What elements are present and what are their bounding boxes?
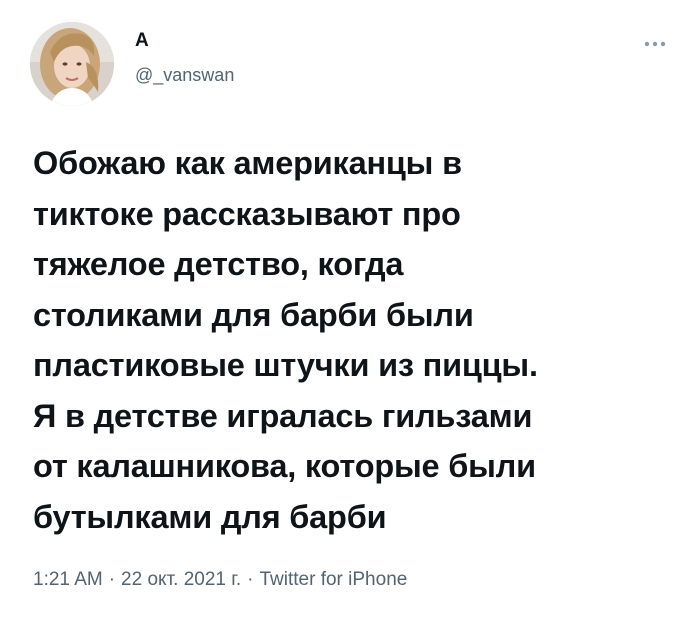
more-options-icon[interactable]: [640, 34, 670, 54]
meta-separator: ·: [247, 569, 254, 590]
tweet-text-line: Обожаю как американцы в: [33, 145, 462, 181]
meta-separator: ·: [108, 569, 116, 590]
avatar[interactable]: [30, 22, 114, 106]
tweet-text-line: бутылками для барби: [33, 498, 387, 535]
author-handle[interactable]: @_vanswan: [135, 64, 234, 86]
tweet-meta: 1:21 AM · 22 окт. 2021 г. · Twitter for iPho…: [33, 568, 407, 592]
avatar-image: [30, 22, 114, 106]
tweet-text-line: от калашникова, которые были: [33, 448, 536, 484]
tweet-text-line: пластиковые штучки из пиццы.: [33, 347, 538, 383]
tweet-text-line: тяжелое детство, когда: [33, 246, 404, 282]
tweet-card: А @_vanswan Обожаю как американцы в тикт…: [0, 0, 700, 617]
tweet-date[interactable]: 22 окт. 2021 г.: [121, 569, 241, 590]
tweet-source[interactable]: Twitter for iPhone: [259, 569, 407, 590]
tweet-header: А @_vanswan: [30, 22, 670, 106]
tweet-text-line: столиками для барби были: [33, 296, 474, 333]
tweet-text-line: Я в детстве игралась гильзами: [33, 397, 533, 434]
tweet-time[interactable]: 1:21 AM: [33, 569, 103, 590]
tweet-text: Обожаю как американцы в тиктоке рассказы…: [33, 138, 673, 542]
author-display-name[interactable]: А: [135, 30, 234, 52]
tweet-text-line: тиктоке рассказывают про: [33, 195, 461, 232]
author-names: А @_vanswan: [135, 30, 234, 86]
